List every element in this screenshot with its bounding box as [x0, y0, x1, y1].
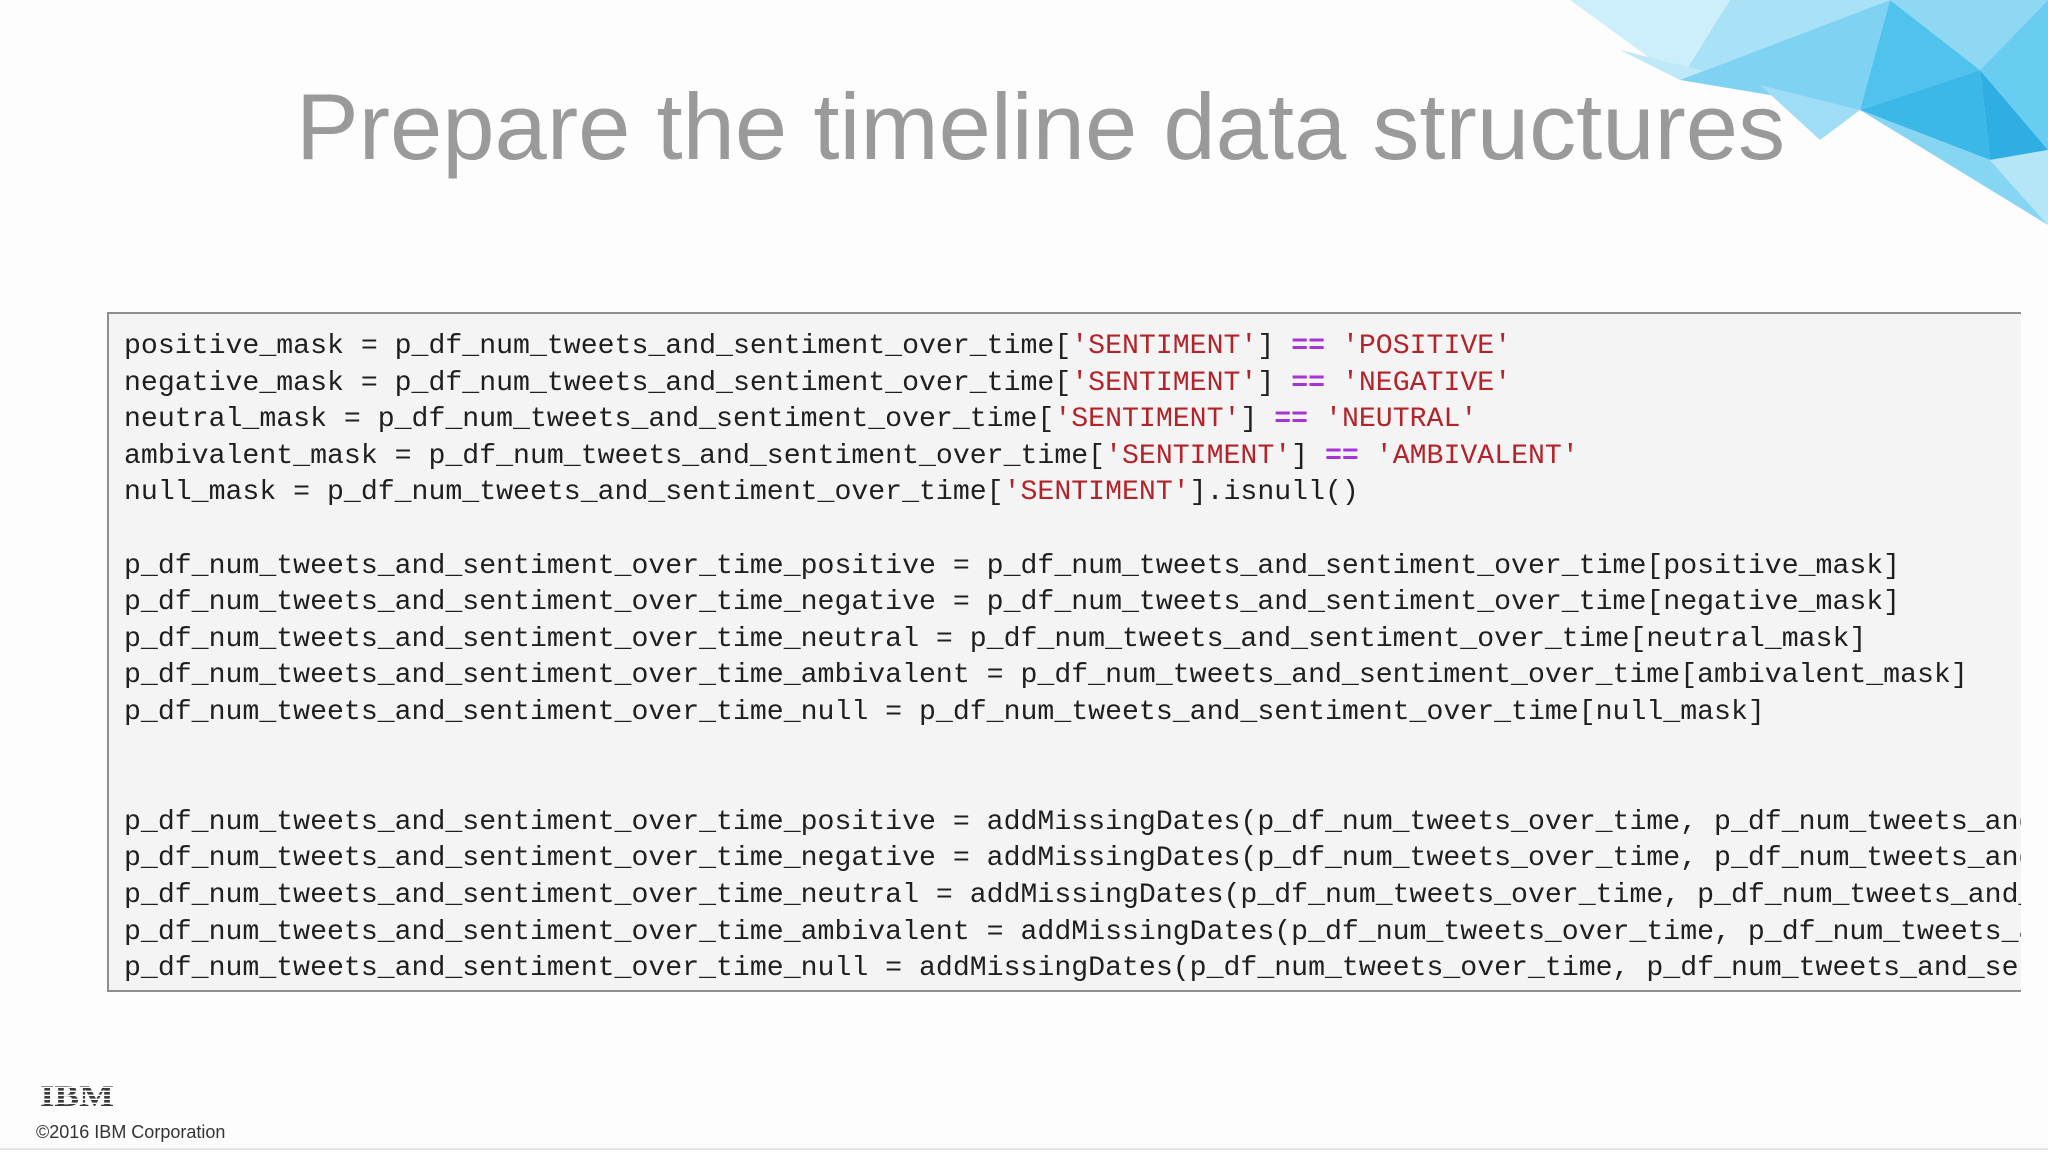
code-text: p_df_num_tweets_and_sentiment_over_time_…: [124, 880, 2021, 911]
code-line: neutral_mask = p_df_num_tweets_and_senti…: [124, 403, 1477, 437]
code-text: ]: [1257, 331, 1292, 362]
slide: Prepare the timeline data structures pos…: [0, 0, 2048, 1152]
code-string: 'SENTIMENT': [1071, 367, 1258, 399]
code-string: 'NEGATIVE': [1341, 367, 1512, 399]
code-text: p_df_num_tweets_and_sentiment_over_time_…: [124, 916, 2021, 948]
code-text: ]: [1240, 404, 1275, 436]
code-text: null_mask = p_df_num_tweets_and_sentimen…: [124, 477, 1004, 509]
code-line: negative_mask = p_df_num_tweets_and_sent…: [124, 367, 1511, 401]
copyright-notice: ©2016 IBM Corporation: [36, 1122, 226, 1142]
code-string: 'AMBIVALENT': [1375, 440, 1579, 472]
code-text: p_df_num_tweets_and_sentiment_over_time_…: [124, 550, 1901, 582]
code-operator: ==: [1291, 331, 1326, 362]
code-text: p_df_num_tweets_and_sentiment_over_time_…: [124, 587, 1901, 619]
code-text: p_df_num_tweets_and_sentiment_over_time_…: [124, 806, 2021, 838]
code-string: 'SENTIMENT': [1105, 440, 1292, 472]
code-text: positive_mask = p_df_num_tweets_and_sent…: [124, 331, 1072, 362]
slide-title: Prepare the timeline data structures: [296, 74, 1786, 179]
code-text: ]: [1291, 440, 1326, 472]
code-line: ambivalent_mask = p_df_num_tweets_and_se…: [124, 440, 1579, 474]
code-line: p_df_num_tweets_and_sentiment_over_time_…: [124, 696, 1765, 730]
code-line: positive_mask = p_df_num_tweets_and_sent…: [124, 330, 1511, 364]
code-line: p_df_num_tweets_and_sentiment_over_time_…: [124, 550, 1900, 584]
code-operator: ==: [1325, 440, 1359, 472]
code-text: p_df_num_tweets_and_sentiment_over_time_…: [124, 953, 2021, 985]
code-text: p_df_num_tweets_and_sentiment_over_time_…: [124, 660, 1968, 692]
code-line: p_df_num_tweets_and_sentiment_over_time_…: [124, 806, 2021, 840]
code-text: p_df_num_tweets_and_sentiment_over_time_…: [124, 843, 2021, 875]
code-text: ]: [1257, 367, 1292, 399]
code-text: neutral_mask = p_df_num_tweets_and_senti…: [124, 404, 1055, 436]
code-line: p_df_num_tweets_and_sentiment_over_time_…: [124, 952, 2021, 986]
code-operator: ==: [1274, 404, 1309, 436]
code-string: 'NEUTRAL': [1325, 404, 1478, 436]
code-string: 'SENTIMENT': [1071, 331, 1258, 362]
svg-text:IBM: IBM: [40, 1080, 114, 1110]
code-line: p_df_num_tweets_and_sentiment_over_time_…: [124, 586, 1900, 620]
code-string: 'SENTIMENT': [1003, 477, 1190, 509]
code-line: null_mask = p_df_num_tweets_and_sentimen…: [124, 476, 1359, 510]
code-line: p_df_num_tweets_and_sentiment_over_time_…: [124, 842, 2021, 876]
code-block: positive_mask = p_df_num_tweets_and_sent…: [107, 312, 2021, 992]
code-string: 'SENTIMENT': [1054, 404, 1241, 436]
code-line: p_df_num_tweets_and_sentiment_over_time_…: [124, 916, 2021, 950]
code-line: p_df_num_tweets_and_sentiment_over_time_…: [124, 659, 1968, 693]
code-operator: ==: [1291, 367, 1326, 399]
code-line: p_df_num_tweets_and_sentiment_over_time_…: [124, 623, 1866, 657]
footer-divider: [0, 1148, 2048, 1150]
code-line: p_df_num_tweets_and_sentiment_over_time_…: [124, 879, 2021, 913]
code-text: p_df_num_tweets_and_sentiment_over_time_…: [124, 697, 1765, 728]
ibm-logo: IBM: [40, 1080, 114, 1110]
code-text: p_df_num_tweets_and_sentiment_over_time_…: [124, 623, 1867, 655]
code-string: 'POSITIVE': [1341, 331, 1512, 362]
code-text: ].isnull(): [1189, 477, 1359, 509]
code-text: ambivalent_mask = p_df_num_tweets_and_se…: [124, 440, 1106, 472]
code-text: negative_mask = p_df_num_tweets_and_sent…: [124, 367, 1072, 399]
